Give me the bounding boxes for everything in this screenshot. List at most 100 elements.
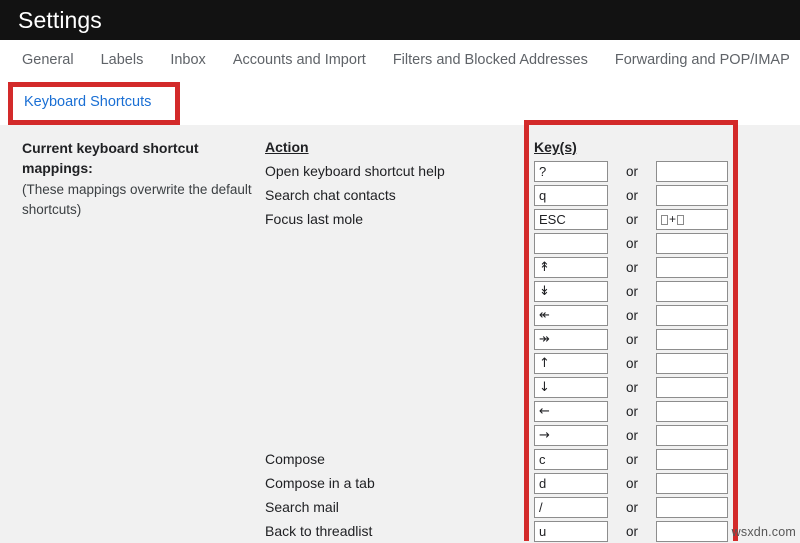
key-input-secondary[interactable] bbox=[656, 233, 728, 254]
key-input-primary[interactable]: ↞ bbox=[534, 305, 608, 326]
key-input-secondary[interactable]: + bbox=[656, 209, 728, 230]
tab-labels[interactable]: Labels bbox=[101, 53, 144, 68]
key-mapping-row: ←or bbox=[534, 399, 739, 423]
key-input-secondary[interactable] bbox=[656, 185, 728, 206]
tab-inbox[interactable]: Inbox bbox=[170, 53, 205, 68]
key-input-primary[interactable]: c bbox=[534, 449, 608, 470]
keys-column: Key(s) ?orqorESCor+or↟or↡or↞or↠or↑or↓or←… bbox=[534, 137, 739, 543]
mappings-heading: Current keyboard shortcut mappings: bbox=[22, 138, 254, 178]
or-separator: or bbox=[608, 185, 656, 206]
key-mapping-row: ?or bbox=[534, 159, 739, 183]
or-separator: or bbox=[608, 209, 656, 230]
key-input-secondary[interactable] bbox=[656, 377, 728, 398]
key-mapping-row: or bbox=[534, 231, 739, 255]
key-input-primary[interactable]: ← bbox=[534, 401, 608, 422]
key-input-primary[interactable]: ESC bbox=[534, 209, 608, 230]
key-input-secondary[interactable] bbox=[656, 329, 728, 350]
key-input-secondary[interactable] bbox=[656, 305, 728, 326]
key-input-secondary[interactable] bbox=[656, 497, 728, 518]
action-label-empty bbox=[265, 351, 515, 375]
settings-tab-bar: General Labels Inbox Accounts and Import Fil… bbox=[0, 40, 800, 81]
key-input-primary[interactable]: ↑ bbox=[534, 353, 608, 374]
tab-accounts-and-import[interactable]: Accounts and Import bbox=[233, 53, 366, 68]
key-input-primary[interactable]: u bbox=[534, 521, 608, 542]
key-input-secondary[interactable] bbox=[656, 449, 728, 470]
action-label-empty bbox=[265, 279, 515, 303]
or-separator: or bbox=[608, 401, 656, 422]
or-separator: or bbox=[608, 329, 656, 350]
settings-subtab-bar: Keyboard Shortcuts bbox=[0, 81, 800, 125]
key-input-secondary[interactable] bbox=[656, 401, 728, 422]
or-separator: or bbox=[608, 449, 656, 470]
key-input-secondary[interactable] bbox=[656, 257, 728, 278]
key-mapping-row: ↟or bbox=[534, 255, 739, 279]
key-mapping-row: ↡or bbox=[534, 279, 739, 303]
key-input-secondary[interactable] bbox=[656, 281, 728, 302]
key-mapping-row: cor bbox=[534, 447, 739, 471]
or-separator: or bbox=[608, 233, 656, 254]
key-input-primary[interactable]: ↟ bbox=[534, 257, 608, 278]
key-input-primary[interactable]: q bbox=[534, 185, 608, 206]
tab-general[interactable]: General bbox=[22, 53, 74, 68]
action-label: Search mail bbox=[265, 495, 515, 519]
action-label-empty bbox=[265, 375, 515, 399]
keyboard-shortcut-description: Current keyboard shortcut mappings: (The… bbox=[22, 138, 254, 220]
key-mapping-row: dor bbox=[534, 471, 739, 495]
key-input-primary[interactable]: ↡ bbox=[534, 281, 608, 302]
or-separator: or bbox=[608, 305, 656, 326]
action-column: Action Open keyboard shortcut helpSearch… bbox=[265, 137, 515, 543]
key-input-secondary[interactable] bbox=[656, 353, 728, 374]
page-title: Settings bbox=[18, 9, 102, 32]
key-mapping-row: qor bbox=[534, 183, 739, 207]
action-label: Back to threadlist bbox=[265, 519, 515, 543]
action-label-empty bbox=[265, 327, 515, 351]
action-label-empty bbox=[265, 399, 515, 423]
or-separator: or bbox=[608, 161, 656, 182]
window-titlebar: Settings bbox=[0, 0, 800, 40]
key-input-secondary[interactable] bbox=[656, 521, 728, 542]
action-label-empty bbox=[265, 423, 515, 447]
key-input-primary[interactable]: / bbox=[534, 497, 608, 518]
key-input-primary[interactable] bbox=[534, 233, 608, 254]
key-mapping-row: ESCor+ bbox=[534, 207, 739, 231]
key-mapping-row: uor bbox=[534, 519, 739, 543]
key-mapping-row: /or bbox=[534, 495, 739, 519]
or-separator: or bbox=[608, 353, 656, 374]
action-label-empty bbox=[265, 303, 515, 327]
tab-forwarding-and-pop-imap[interactable]: Forwarding and POP/IMAP bbox=[615, 53, 790, 68]
key-input-secondary[interactable] bbox=[656, 161, 728, 182]
key-input-primary[interactable]: ? bbox=[534, 161, 608, 182]
or-separator: or bbox=[608, 425, 656, 446]
tab-keyboard-shortcuts[interactable]: Keyboard Shortcuts bbox=[24, 95, 151, 110]
action-column-header: Action bbox=[265, 137, 515, 159]
action-label: Compose bbox=[265, 447, 515, 471]
action-label: Compose in a tab bbox=[265, 471, 515, 495]
key-mapping-row: ↑or bbox=[534, 351, 739, 375]
or-separator: or bbox=[608, 377, 656, 398]
action-label: Focus last mole bbox=[265, 207, 515, 231]
action-label: Open keyboard shortcut help bbox=[265, 159, 515, 183]
key-input-primary[interactable]: d bbox=[534, 473, 608, 494]
action-label-empty bbox=[265, 255, 515, 279]
action-label: Search chat contacts bbox=[265, 183, 515, 207]
or-separator: or bbox=[608, 257, 656, 278]
mappings-note: (These mappings overwrite the default sh… bbox=[22, 180, 254, 220]
or-separator: or bbox=[608, 473, 656, 494]
key-mapping-row: ↠or bbox=[534, 327, 739, 351]
settings-content: Current keyboard shortcut mappings: (The… bbox=[0, 125, 800, 541]
key-mapping-row: →or bbox=[534, 423, 739, 447]
or-separator: or bbox=[608, 497, 656, 518]
key-input-secondary[interactable] bbox=[656, 425, 728, 446]
key-mapping-row: ↓or bbox=[534, 375, 739, 399]
key-input-primary[interactable]: ↓ bbox=[534, 377, 608, 398]
key-input-primary[interactable]: ↠ bbox=[534, 329, 608, 350]
key-input-secondary[interactable] bbox=[656, 473, 728, 494]
action-label-empty bbox=[265, 231, 515, 255]
key-input-primary[interactable]: → bbox=[534, 425, 608, 446]
key-mapping-row: ↞or bbox=[534, 303, 739, 327]
keys-column-header: Key(s) bbox=[534, 137, 739, 159]
or-separator: or bbox=[608, 521, 656, 542]
watermark: wsxdn.com bbox=[732, 525, 796, 539]
tab-filters-and-blocked-addresses[interactable]: Filters and Blocked Addresses bbox=[393, 53, 588, 68]
or-separator: or bbox=[608, 281, 656, 302]
